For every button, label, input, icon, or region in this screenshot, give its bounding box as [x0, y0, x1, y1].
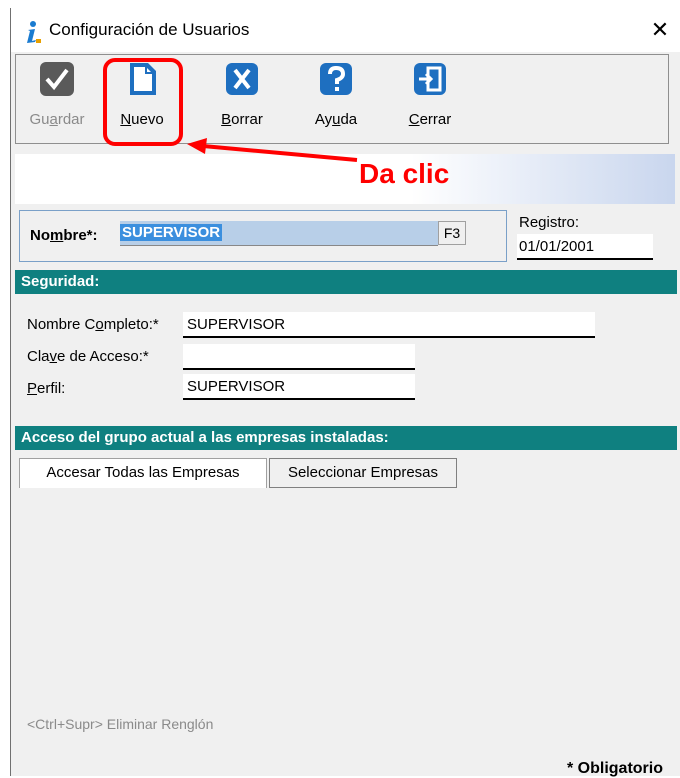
close-icon: ✕: [650, 17, 670, 42]
registro-label: Registro:: [519, 214, 580, 231]
ayuda-label: Ayuda: [314, 111, 358, 128]
acceso-section-header: Acceso del grupo actual a las empresas i…: [15, 426, 677, 450]
nuevo-highlight-box: [103, 58, 183, 146]
nombre-input[interactable]: SUPERVISOR: [120, 221, 438, 246]
perfil-label: Perfil:: [27, 380, 66, 397]
guardar-label: Guardar: [29, 111, 85, 128]
app-info-icon: [27, 21, 41, 43]
clave-acceso-input[interactable]: [183, 344, 415, 370]
nombre-panel: Nombre*: SUPERVISOR F3: [19, 210, 507, 262]
tab-accesar-todas-empresas[interactable]: Accesar Todas las Empresas: [19, 458, 267, 488]
cerrar-label: Cerrar: [408, 111, 452, 128]
clave-acceso-label: Clave de Acceso:*: [27, 348, 149, 365]
annotation-arrow-icon: [187, 138, 358, 162]
borrar-label: Borrar: [221, 111, 263, 128]
borrar-button[interactable]: Borrar: [212, 59, 272, 139]
da-clic-annotation: Da clic: [359, 158, 450, 189]
title-bar: Configuración de Usuarios ✕: [11, 8, 680, 52]
perfil-input[interactable]: SUPERVISOR: [183, 374, 415, 400]
ayuda-button[interactable]: Ayuda: [306, 59, 366, 139]
registro-field: 01/01/2001: [517, 234, 653, 260]
delete-x-icon: [226, 63, 258, 95]
window-title: Configuración de Usuarios: [49, 20, 250, 39]
close-button[interactable]: ✕: [643, 14, 677, 46]
seguridad-section-header: Seguridad:: [15, 270, 677, 294]
exit-door-icon: [414, 63, 446, 95]
help-question-icon: [320, 63, 352, 95]
checkmark-icon: [40, 62, 74, 96]
nombre-label: Nombre*:: [30, 227, 98, 244]
eliminar-renglon-hint: <Ctrl+Supr> Eliminar Renglón: [27, 716, 214, 732]
guardar-button[interactable]: Guardar: [26, 59, 88, 139]
nombre-completo-label: Nombre Completo:*: [27, 316, 159, 333]
config-usuarios-window: Configuración de Usuarios ✕ Guardar Nuev…: [10, 8, 680, 777]
tab-seleccionar-empresas[interactable]: Seleccionar Empresas: [269, 458, 457, 488]
nombre-completo-input[interactable]: SUPERVISOR: [183, 312, 595, 338]
f3-lookup-button[interactable]: F3: [438, 221, 466, 245]
obligatorio-note: * Obligatorio: [567, 760, 663, 777]
cerrar-button[interactable]: Cerrar: [400, 59, 460, 139]
